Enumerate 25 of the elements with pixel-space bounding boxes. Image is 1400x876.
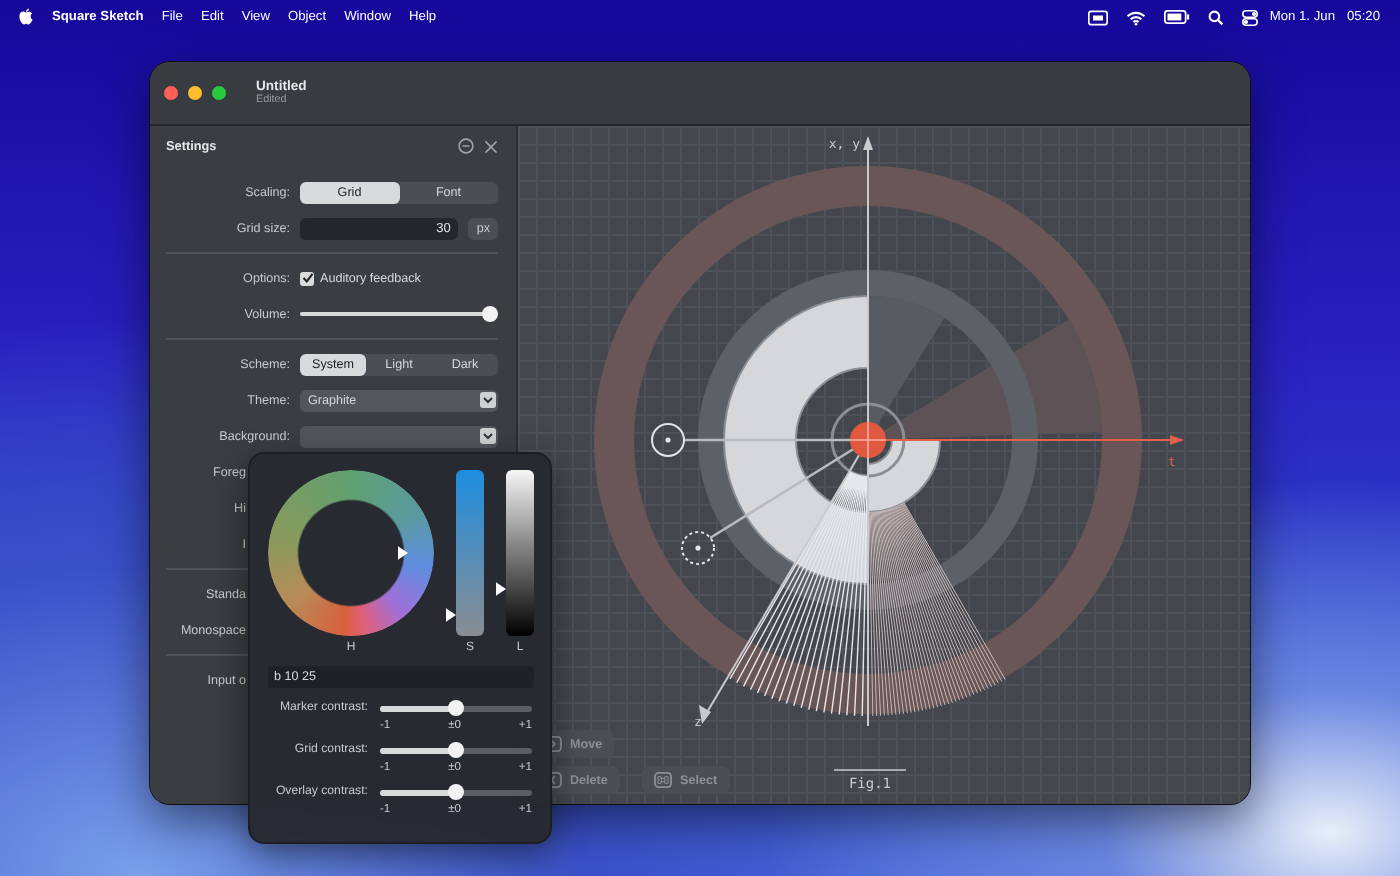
control-center-icon[interactable] <box>1241 9 1258 25</box>
contrast-slider-thumb[interactable] <box>448 784 464 801</box>
chevron-down-icon <box>479 392 495 408</box>
hue-thumb-icon[interactable] <box>398 546 408 560</box>
minimize-window-button[interactable] <box>188 86 202 100</box>
lightness-bar[interactable] <box>506 470 534 636</box>
search-icon[interactable] <box>1207 9 1224 25</box>
contrast-slider-thumb[interactable] <box>448 700 464 717</box>
battery-icon[interactable] <box>1163 10 1190 24</box>
chevron-down-icon <box>479 428 495 444</box>
checkbox[interactable] <box>300 271 314 285</box>
popup-menu[interactable] <box>300 425 498 447</box>
close-icon[interactable] <box>484 139 498 153</box>
apple-logo-icon[interactable] <box>18 8 34 26</box>
minus-circle-icon[interactable] <box>458 138 474 154</box>
origin-marker[interactable] <box>849 421 887 459</box>
wifi-icon[interactable] <box>1125 9 1146 25</box>
volume-slider-thumb[interactable] <box>482 306 498 322</box>
zoom-window-button[interactable] <box>212 86 226 100</box>
handle-circle[interactable] <box>651 423 685 457</box>
contrast-slider-thumb[interactable] <box>448 742 464 759</box>
keycap-icon <box>654 772 672 788</box>
dashed-handle-circle[interactable] <box>681 531 715 565</box>
close-window-button[interactable] <box>164 86 178 100</box>
display-icon[interactable] <box>1087 9 1108 25</box>
